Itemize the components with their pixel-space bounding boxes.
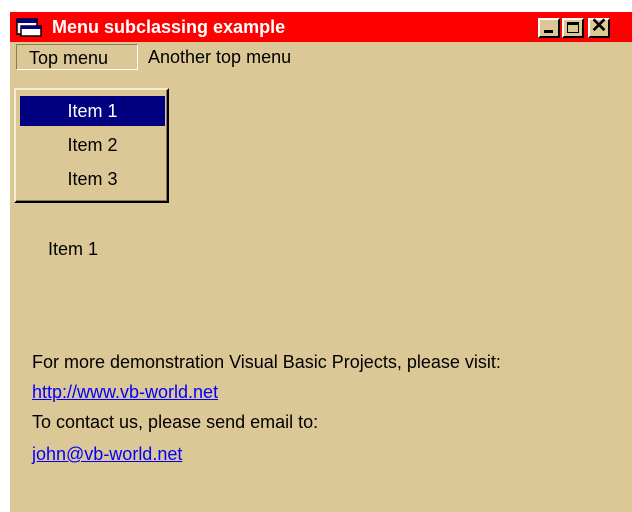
maximize-icon: [567, 22, 579, 33]
app-window-icon[interactable]: [16, 18, 42, 37]
contact-text: To contact us, please send email to:: [32, 412, 319, 432]
maximize-button[interactable]: [562, 18, 584, 38]
menu-bar: Top menu Another top menu: [10, 42, 632, 72]
close-button[interactable]: ✕: [588, 15, 610, 38]
menu-item-1[interactable]: Item 1: [20, 96, 165, 126]
minimize-icon: [544, 30, 553, 33]
top-menu-dropdown: Item 1 Item 2 Item 3: [14, 88, 169, 203]
website-link[interactable]: http://www.vb-world.net: [32, 380, 218, 404]
menu-another-top-menu[interactable]: Another top menu: [142, 45, 297, 69]
email-link[interactable]: john@vb-world.net: [32, 442, 182, 466]
minimize-button[interactable]: [538, 18, 560, 38]
menu-item-3[interactable]: Item 3: [20, 164, 165, 194]
title-bar[interactable]: Menu subclassing example ✕: [10, 12, 632, 42]
selected-item-label: Item 1: [48, 239, 99, 259]
window-title: Menu subclassing example: [52, 17, 286, 37]
info-text: For more demonstration Visual Basic Proj…: [32, 352, 501, 372]
close-icon: ✕: [590, 15, 608, 37]
app-window: Menu subclassing example ✕ Top menu Anot…: [10, 12, 632, 512]
menu-top-menu[interactable]: Top menu: [16, 44, 138, 70]
menu-item-2[interactable]: Item 2: [20, 130, 165, 160]
